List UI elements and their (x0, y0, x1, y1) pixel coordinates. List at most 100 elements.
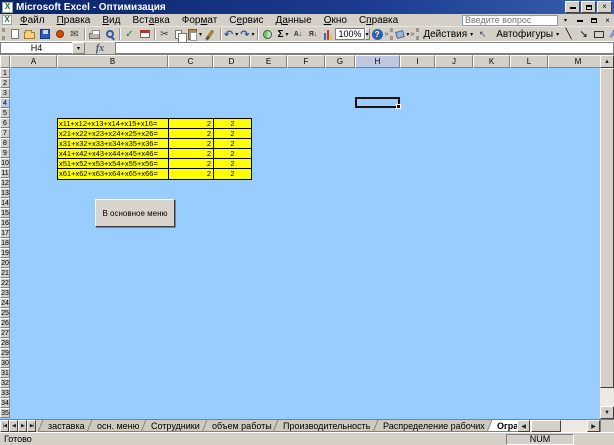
restore-button[interactable] (581, 1, 596, 13)
vertical-scrollbar[interactable]: ▲ ▼ (600, 55, 614, 419)
save-button[interactable] (37, 27, 52, 41)
first-sheet-icon[interactable]: |◀ (0, 420, 9, 432)
select-objects-button[interactable]: ↖ (475, 27, 490, 41)
row-header-5[interactable]: 5 (0, 108, 10, 118)
select-all-corner[interactable] (0, 55, 10, 68)
row-header-2[interactable]: 2 (0, 78, 10, 88)
row-header-7[interactable]: 7 (0, 128, 10, 138)
redo-button[interactable]: ↷▾ (239, 27, 255, 41)
workbook-restore-button[interactable] (587, 15, 600, 26)
column-header-A[interactable]: A (10, 55, 57, 68)
actions-menu-button[interactable]: Действия▾ (421, 29, 475, 40)
row-header-35[interactable]: 35 (0, 408, 10, 418)
column-header-G[interactable]: G (325, 55, 355, 68)
minimize-button[interactable] (565, 1, 580, 13)
row-header-20[interactable]: 20 (0, 258, 10, 268)
constraint-value-cell[interactable]: 2 (169, 119, 214, 129)
insert-function-button[interactable]: fx (85, 42, 115, 54)
menu-Данные[interactable]: Данные (270, 14, 318, 27)
column-header-B[interactable]: B (57, 55, 168, 68)
scroll-down-icon[interactable]: ▼ (600, 406, 614, 419)
scroll-left-icon[interactable]: ◀ (517, 420, 530, 432)
scroll-up-icon[interactable]: ▲ (600, 55, 614, 68)
horizontal-scroll-track[interactable] (530, 420, 587, 432)
sheet-tab-Сотрудники[interactable]: Сотрудники (140, 420, 210, 432)
next-sheet-icon[interactable]: ▶ (18, 420, 27, 432)
spelling-button[interactable]: ✓ (122, 27, 137, 41)
name-box-dropdown-icon[interactable]: ▾ (72, 42, 85, 54)
row-header-29[interactable]: 29 (0, 348, 10, 358)
row-header-8[interactable]: 8 (0, 138, 10, 148)
main-menu-button[interactable]: В основное меню (95, 199, 175, 227)
constraint-limit-cell[interactable]: 2 (214, 129, 251, 139)
row-header-17[interactable]: 17 (0, 228, 10, 238)
constraint-expression-cell[interactable]: x11+x12+x13+x14+x15+x16= (58, 119, 169, 129)
print-button[interactable] (87, 27, 102, 41)
sheet-tab-объем работы[interactable]: объем работы (201, 420, 282, 432)
row-header-34[interactable]: 34 (0, 398, 10, 408)
autosum-button[interactable]: Σ▾ (275, 27, 290, 41)
constraint-expression-cell[interactable]: x61+x62+x63+x64+x65+x66= (58, 169, 169, 179)
constraint-limit-cell[interactable]: 2 (214, 159, 251, 169)
open-button[interactable] (22, 27, 37, 41)
workbook-minimize-button[interactable] (573, 15, 586, 26)
menu-Правка[interactable]: Правка (51, 14, 97, 27)
row-header-4[interactable]: 4 (0, 98, 10, 108)
cut-button[interactable]: ✂ (157, 27, 172, 41)
vertical-scroll-thumb[interactable] (600, 68, 614, 388)
name-box[interactable]: H4 (0, 42, 72, 54)
question-box-dropdown-icon[interactable]: ▾ (559, 15, 572, 26)
sheet-tab-Ограничение1[interactable]: Ограничение1 (486, 420, 517, 432)
constraint-expression-cell[interactable]: x51+x52+x53+x54+x55+x56= (58, 159, 169, 169)
row-header-6[interactable]: 6 (0, 118, 10, 128)
scroll-right-icon[interactable]: ▶ (587, 420, 600, 432)
row-header-32[interactable]: 32 (0, 378, 10, 388)
row-header-9[interactable]: 9 (0, 148, 10, 158)
constraint-value-cell[interactable]: 2 (169, 149, 214, 159)
hyperlink-button[interactable] (260, 27, 275, 41)
menu-Вид[interactable]: Вид (96, 14, 126, 27)
autoshapes-menu-button[interactable]: Автофигуры▾ (494, 29, 561, 40)
help-button[interactable]: ? (370, 27, 385, 41)
constraint-expression-cell[interactable]: x41+x42+x43+x44+x45+x46= (58, 149, 169, 159)
menu-Справка[interactable]: Справка (353, 14, 404, 27)
format-painter-button[interactable] (203, 27, 218, 41)
menu-Сервис[interactable]: Сервис (223, 14, 269, 27)
permission-button[interactable] (52, 27, 67, 41)
constraint-value-cell[interactable]: 2 (169, 129, 214, 139)
constraint-limit-cell[interactable]: 2 (214, 149, 251, 159)
previous-sheet-icon[interactable]: ◀ (9, 420, 18, 432)
column-header-L[interactable]: L (510, 55, 548, 68)
menu-Окно[interactable]: Окно (318, 14, 353, 27)
line-button[interactable]: ╲ (561, 27, 576, 41)
column-header-F[interactable]: F (287, 55, 325, 68)
constraint-limit-cell[interactable]: 2 (214, 119, 251, 129)
menu-Вставка[interactable]: Вставка (126, 14, 175, 27)
row-header-31[interactable]: 31 (0, 368, 10, 378)
rectangle-button[interactable] (591, 27, 606, 41)
paste-button[interactable]: ▾ (187, 27, 203, 41)
constraint-limit-cell[interactable]: 2 (214, 169, 251, 179)
email-button[interactable]: ✉ (67, 27, 82, 41)
row-header-28[interactable]: 28 (0, 338, 10, 348)
constraint-expression-cell[interactable]: x21+x22+x23+x24+x25+x26= (58, 129, 169, 139)
constraint-limit-cell[interactable]: 2 (214, 139, 251, 149)
row-header-19[interactable]: 19 (0, 248, 10, 258)
row-header-24[interactable]: 24 (0, 298, 10, 308)
row-header-10[interactable]: 10 (0, 158, 10, 168)
column-header-K[interactable]: K (473, 55, 510, 68)
row-header-18[interactable]: 18 (0, 238, 10, 248)
constraint-value-cell[interactable]: 2 (169, 159, 214, 169)
wordart-button[interactable]: A (606, 27, 614, 41)
row-header-26[interactable]: 26 (0, 318, 10, 328)
sheet-tab-осн. меню[interactable]: осн. меню (86, 420, 149, 432)
last-sheet-icon[interactable]: ▶| (27, 420, 36, 432)
column-header-C[interactable]: C (168, 55, 213, 68)
sheet-tab-Распределение рабочих[interactable]: Распределение рабочих (372, 420, 495, 432)
formula-input[interactable] (115, 42, 614, 54)
column-header-I[interactable]: I (400, 55, 435, 68)
column-header-E[interactable]: E (250, 55, 287, 68)
drawing-toolbar-drag-handle[interactable] (416, 28, 419, 40)
row-header-30[interactable]: 30 (0, 358, 10, 368)
row-header-16[interactable]: 16 (0, 218, 10, 228)
